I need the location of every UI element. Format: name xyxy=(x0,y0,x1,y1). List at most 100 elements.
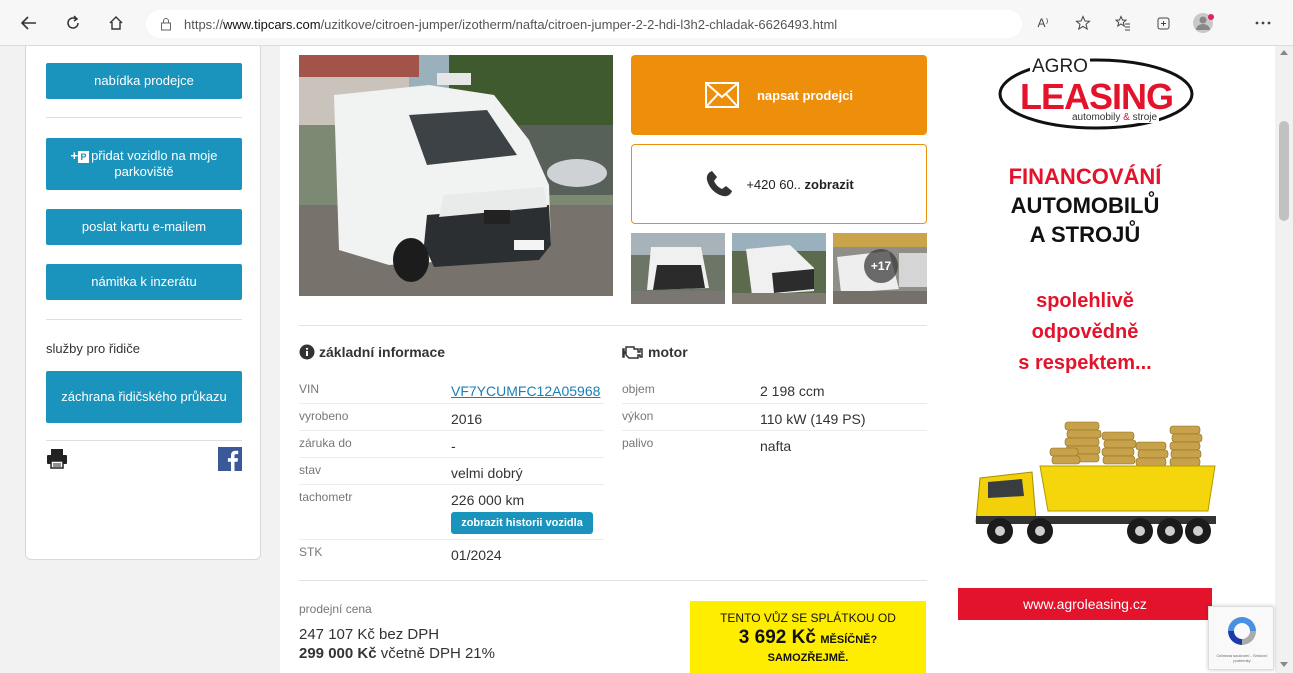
driver-services-label: služby pro řidiče xyxy=(46,341,140,356)
message-seller-label: napsat prodejci xyxy=(756,87,854,103)
parking-icon: P xyxy=(78,151,90,163)
displacement-label: objem xyxy=(622,382,655,396)
logo-subline: automobily & stroje xyxy=(1070,112,1160,123)
stk-value: 01/2024 xyxy=(451,547,502,563)
price-net: 247 107 Kč bez DPH xyxy=(299,626,440,643)
recaptcha-text[interactable]: Ochrana soukromí - Smluvní podmínky xyxy=(1211,653,1273,663)
price-gross-amount: 299 000 Kč xyxy=(299,645,377,662)
fuel-label: palivo xyxy=(622,436,654,450)
section-divider xyxy=(299,580,927,581)
url-domain: www.tipcars.com xyxy=(223,16,321,32)
license-rescue-button[interactable]: záchrana řidičského průkazu xyxy=(46,371,242,423)
recaptcha-icon xyxy=(1228,617,1256,645)
ad-headline: FINANCOVÁNÍ AUTOMOBILŮ A STROJŮ xyxy=(945,162,1225,249)
browser-toolbar: https://www.tipcars.com/uzitkove/citroen… xyxy=(0,0,1293,46)
photo-thumbnail[interactable] xyxy=(732,233,826,304)
ad-line2: AUTOMOBILŮ xyxy=(1010,193,1160,218)
row-divider xyxy=(299,539,604,540)
advertisement[interactable]: AGRO LEASING automobily & stroje FINANCO… xyxy=(945,46,1275,673)
recaptcha-badge[interactable]: Ochrana soukromí - Smluvní podmínky xyxy=(1208,606,1274,670)
price-label: prodejní cena xyxy=(299,602,372,616)
mileage-value: 226 000 km xyxy=(451,492,525,508)
add-to-parking-button[interactable]: + Ppřidat vozidlo na moje parkoviště xyxy=(46,138,242,190)
promo-per: MĚSÍČNĚ? xyxy=(820,634,878,646)
scrollbar-thumb[interactable] xyxy=(1279,121,1289,221)
facebook-icon[interactable] xyxy=(218,447,242,476)
basic-info-heading: základní informace xyxy=(299,344,445,360)
report-listing-button[interactable]: námitka k inzerátu xyxy=(46,264,242,300)
listing-main: napsat prodejci +420 60.. zobrazit +17 z… xyxy=(280,46,945,673)
year-label: vyrobeno xyxy=(299,409,349,423)
row-divider xyxy=(299,403,604,404)
displacement-value: 2 198 ccm xyxy=(760,383,825,399)
address-bar[interactable]: https://www.tipcars.com/uzitkove/citroen… xyxy=(146,10,1022,38)
scroll-up-icon[interactable] xyxy=(1280,50,1288,55)
row-divider xyxy=(622,430,927,431)
power-label: výkon xyxy=(622,409,654,423)
read-aloud-icon[interactable]: A⁾ xyxy=(1032,12,1054,34)
lock-icon xyxy=(160,17,174,31)
message-seller-button[interactable]: napsat prodejci xyxy=(631,55,927,135)
vin-value-link[interactable]: VF7YCUMFC12A05968 xyxy=(451,383,600,399)
condition-label: stav xyxy=(299,463,322,477)
sidebar-divider xyxy=(46,440,242,441)
phone-icon xyxy=(707,171,733,197)
profile-avatar-icon[interactable] xyxy=(1192,12,1214,34)
promo-amount: 3 692 Kč xyxy=(738,627,816,648)
motor-heading: motor xyxy=(622,344,688,360)
vehicle-history-button[interactable]: zobrazit historii vozidla xyxy=(451,512,593,534)
envelope-icon xyxy=(704,82,739,108)
promo-line1: TENTO VŮZ SE SPLÁTKOU OD xyxy=(720,611,896,625)
add-to-parking-label: přidat vozidlo na moje parkoviště xyxy=(91,148,218,179)
photo-thumbnail[interactable] xyxy=(631,233,725,304)
ad-slogan2: odpovědně xyxy=(1031,321,1139,343)
condition-value: velmi dobrý xyxy=(451,465,523,481)
print-icon[interactable] xyxy=(46,447,68,474)
phone-show-label: zobrazit xyxy=(804,176,854,192)
warranty-value: - xyxy=(451,438,456,454)
seller-offer-button[interactable]: nabídka prodejce xyxy=(46,63,242,99)
home-icon[interactable] xyxy=(105,12,127,34)
photo-thumbnail-more[interactable]: +17 xyxy=(833,233,927,304)
promo-line3: SAMOZŘEJMĚ. xyxy=(767,652,849,664)
price-gross: 299 000 Kč včetně DPH 21% xyxy=(299,645,495,662)
ad-slogan1: spolehlivě xyxy=(1036,290,1134,312)
sidebar-divider xyxy=(46,117,242,118)
row-divider xyxy=(299,430,604,431)
row-divider xyxy=(622,403,927,404)
scroll-down-icon[interactable] xyxy=(1280,662,1288,667)
ad-line3: A STROJŮ xyxy=(1029,222,1141,247)
year-value: 2016 xyxy=(451,411,483,427)
ad-url[interactable]: www.agroleasing.cz xyxy=(958,588,1212,620)
collections-icon[interactable] xyxy=(1152,12,1174,34)
main-vehicle-photo[interactable] xyxy=(299,55,613,296)
stk-label: STK xyxy=(299,545,323,559)
section-divider xyxy=(299,325,927,326)
fuel-value: nafta xyxy=(760,438,792,454)
ad-slogan3: s respektem... xyxy=(1018,352,1152,374)
installment-promo-banner[interactable]: TENTO VŮZ SE SPLÁTKOU OD 3 692 Kč MĚSÍČN… xyxy=(690,601,926,673)
favorite-add-icon[interactable] xyxy=(1072,12,1094,34)
info-icon xyxy=(299,344,315,360)
send-email-button[interactable]: poslat kartu e-mailem xyxy=(46,209,242,245)
page-scrollbar[interactable] xyxy=(1275,46,1293,673)
mileage-label: tachometr xyxy=(299,490,353,504)
engine-icon xyxy=(622,346,643,359)
row-divider xyxy=(299,484,604,485)
vin-label: VIN xyxy=(299,382,320,396)
url-path: /uzitkove/citroen-jumper/izotherm/nafta/… xyxy=(320,16,838,32)
more-menu-icon[interactable] xyxy=(1252,12,1274,34)
page-content: nabídka prodejce + Ppřidat vozidlo na moj… xyxy=(0,46,1293,673)
power-value: 110 kW (149 PS) xyxy=(760,411,866,427)
phone-number-partial: +420 60.. xyxy=(746,176,801,192)
favorites-icon[interactable] xyxy=(1112,12,1134,34)
promo-amount-line: 3 692 Kč MĚSÍČNĚ? xyxy=(690,627,926,649)
back-icon[interactable] xyxy=(18,12,40,34)
logo-agro: AGRO xyxy=(1030,56,1090,78)
price-gross-suffix: včetně DPH 21% xyxy=(380,645,495,662)
warranty-label: záruka do xyxy=(299,436,352,450)
more-photos-count: +17 xyxy=(864,249,898,283)
reload-icon[interactable] xyxy=(62,12,84,34)
ad-line1: FINANCOVÁNÍ xyxy=(1008,164,1162,189)
show-phone-button[interactable]: +420 60.. zobrazit xyxy=(631,144,927,224)
